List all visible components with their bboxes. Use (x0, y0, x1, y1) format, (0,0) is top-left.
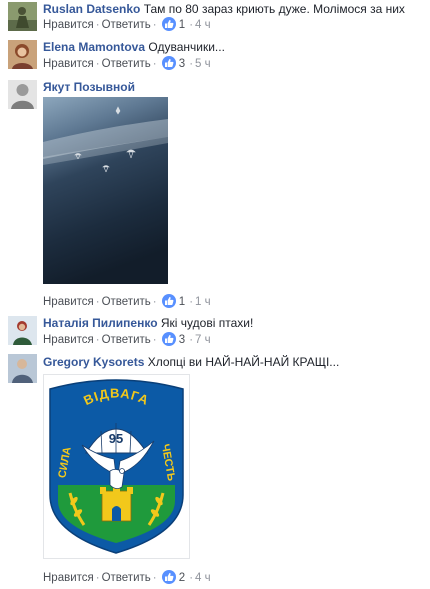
comment-time[interactable]: 7 ч (195, 334, 211, 346)
like-count: 3 (178, 334, 186, 346)
reply-link[interactable]: Ответить (102, 296, 151, 308)
comment-time[interactable]: 5 ч (195, 58, 211, 70)
comment-author[interactable]: Elena Mamontova (43, 40, 145, 54)
like-link[interactable]: Нравится (43, 296, 94, 308)
comment-actions: Нравится · Ответить · 3 · 5 ч (43, 56, 211, 70)
comment-author[interactable]: Якут Позывной (43, 80, 135, 94)
comment-text: Одуванчики... (148, 40, 225, 54)
avatar[interactable] (8, 354, 37, 383)
like-count: 3 (178, 58, 186, 70)
comment-actions: Нравится · Ответить · 1 · 1 ч (43, 294, 211, 308)
comment-actions: Нравится · Ответить · 2 · 4 ч (43, 570, 211, 584)
thumbs-up-icon[interactable] (161, 56, 176, 70)
comment-text: Які чудові птахи! (160, 316, 254, 330)
avatar[interactable] (8, 80, 37, 109)
comment-actions: Нравится · Ответить · 3 · 7 ч (43, 332, 211, 346)
thumbs-up-icon[interactable] (161, 294, 176, 308)
thumbs-up-icon[interactable] (161, 17, 176, 31)
comment-text: Хлопці ви НАЙ-НАЙ-НАЙ КРАЩІ... (147, 355, 340, 369)
like-link[interactable]: Нравится (43, 19, 94, 31)
comment-actions: Нравится · Ответить · 1 · 4 ч (43, 17, 211, 31)
comment-time[interactable]: 4 ч (195, 19, 211, 31)
comment-photo-skydivers[interactable] (43, 97, 168, 284)
avatar[interactable] (8, 40, 37, 69)
reply-link[interactable]: Ответить (102, 19, 151, 31)
like-count: 1 (178, 296, 186, 308)
like-count: 1 (178, 19, 186, 31)
comment-author[interactable]: Ruslan Datsenko (43, 2, 140, 16)
avatar[interactable] (8, 316, 37, 345)
reply-link[interactable]: Ответить (102, 334, 151, 346)
avatar[interactable] (8, 2, 37, 31)
comment-image-emblem[interactable]: 95 ВІДВАГА СИЛА ЧЕСТЬ (43, 374, 190, 559)
like-count: 2 (178, 572, 186, 584)
reply-link[interactable]: Ответить (102, 572, 151, 584)
like-link[interactable]: Нравится (43, 58, 94, 70)
comment-time[interactable]: 4 ч (195, 572, 211, 584)
comment-time[interactable]: 1 ч (195, 296, 211, 308)
thumbs-up-icon[interactable] (161, 570, 176, 584)
comment-author[interactable]: Наталія Пилипенко (43, 316, 158, 330)
emblem-number: 95 (109, 431, 123, 446)
like-link[interactable]: Нравится (43, 572, 94, 584)
comment-author[interactable]: Gregory Kysorets (43, 355, 144, 369)
thumbs-up-icon[interactable] (161, 332, 176, 346)
comment-text: Там по 80 зараз криють дуже. Молімося за… (143, 2, 405, 16)
reply-link[interactable]: Ответить (102, 58, 151, 70)
like-link[interactable]: Нравится (43, 334, 94, 346)
